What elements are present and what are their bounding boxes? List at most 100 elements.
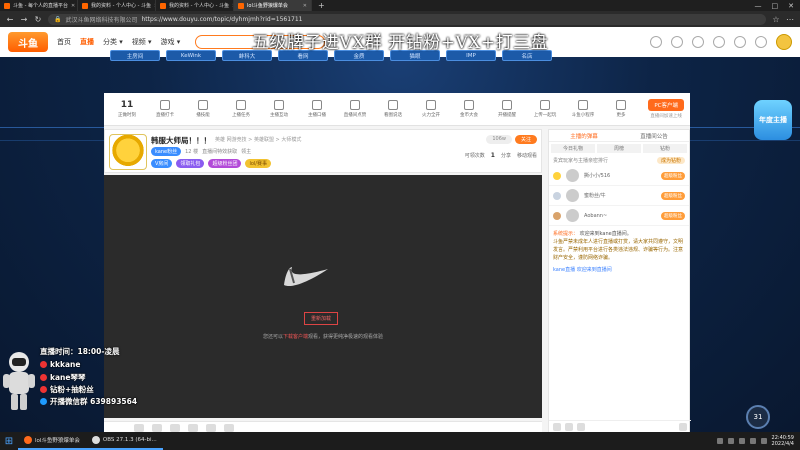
nav-home[interactable]: 首页 <box>57 37 71 47</box>
minimize-button[interactable]: — <box>755 2 762 10</box>
reload-player-button[interactable]: 重新加载 <box>304 312 339 325</box>
close-tab-icon[interactable]: ✕ <box>303 3 307 9</box>
toolbar-item[interactable]: 播技能 <box>186 100 220 118</box>
follow-button[interactable]: 关注 <box>514 135 537 144</box>
search-input[interactable] <box>195 35 326 49</box>
message-icon[interactable] <box>734 36 746 48</box>
back-arrow-icon[interactable]: ← <box>6 15 14 24</box>
room-tab[interactable]: KeWink <box>166 50 216 61</box>
menu-icon[interactable]: ⋯ <box>786 15 794 24</box>
annual-streamer-badge[interactable]: 年度主播 <box>754 100 792 140</box>
browser-tab[interactable]: 我的资料 - 个人中心 - 斗鱼✕ <box>156 0 234 11</box>
subtab-week[interactable]: 周榜 <box>597 144 641 153</box>
room-tab[interactable]: 蚌科大 <box>222 50 272 61</box>
bag-icon[interactable] <box>577 423 585 431</box>
gift-icon[interactable] <box>134 424 144 432</box>
room-tab[interactable]: 看网 <box>278 50 328 61</box>
room-tab[interactable]: 金质 <box>334 50 384 61</box>
breadcrumb[interactable]: 英雄 网游竞技 > 英雄联盟 > 大师模式 <box>215 136 301 143</box>
task-icon[interactable] <box>755 36 767 48</box>
taskbar-app[interactable]: lol斗鱼野狼爆单会 <box>18 432 86 450</box>
room-effect-link[interactable]: 直播间特效获取 <box>202 148 237 155</box>
browser-tab[interactable]: 我的资料 - 个人中心 - 斗鱼✕ <box>78 0 156 11</box>
toolbar-item[interactable]: 看图说话 <box>376 100 410 118</box>
emoji-icon[interactable] <box>553 423 561 431</box>
tab-room-notice[interactable]: 直播间公告 <box>619 130 689 141</box>
browser-tab[interactable]: 斗鱼 - 每个人的直播平台 ✕ <box>0 0 78 11</box>
close-tab-icon[interactable]: ✕ <box>71 3 75 9</box>
tray-icon[interactable] <box>716 438 723 444</box>
claim-label: 可领次数 <box>464 153 485 159</box>
room-chips: V房间 领取礼包 超级粉丝团 lol/赛事 <box>151 159 271 168</box>
toolbar-item[interactable]: 上播任务 <box>224 100 258 118</box>
douyu-logo[interactable]: 斗鱼 <box>8 32 48 52</box>
room-tab[interactable]: IMP <box>446 50 496 61</box>
toolbar-item[interactable]: 斗鱼小程序 <box>566 100 600 118</box>
forward-arrow-icon[interactable]: → <box>20 15 28 24</box>
room-tab[interactable]: 猫眼 <box>390 50 440 61</box>
v-room-chip[interactable]: V房间 <box>151 159 173 168</box>
toolbar-item[interactable]: 开播提醒 <box>490 100 524 118</box>
download-client-link[interactable]: 下载客户端 <box>283 334 308 340</box>
video-player[interactable]: 重新加载 您还可以下载客户端观看，获得更纯净极速的观看体验 <box>104 175 542 418</box>
user-avatar[interactable] <box>776 34 792 50</box>
new-tab-button[interactable]: + <box>312 1 331 10</box>
tray-icon[interactable] <box>727 438 734 444</box>
gift-icon[interactable] <box>224 424 234 432</box>
toolbar-item[interactable]: 直播间点赞 <box>338 100 372 118</box>
nav-live[interactable]: 直播 <box>80 37 94 47</box>
toolbar-item[interactable]: 主播互动 <box>262 100 296 118</box>
toolbar-checkin[interactable]: 11 正做时刻 <box>110 100 144 118</box>
overlay-fans-text: 钻粉+抽粉丝 <box>50 385 94 394</box>
settings-icon[interactable] <box>679 423 687 431</box>
close-window-button[interactable]: ✕ <box>788 2 794 10</box>
toolbar-item[interactable]: 火力全开 <box>414 100 448 118</box>
clock[interactable]: 22:40:59 2022/4/4 <box>772 435 794 447</box>
volume-icon[interactable] <box>760 438 767 444</box>
mobile-watch-button[interactable]: 移动观看 <box>517 152 537 159</box>
room-tab[interactable]: 名店 <box>502 50 552 61</box>
super-fans-chip[interactable]: 超级粉丝团 <box>208 159 242 168</box>
gift-icon[interactable] <box>188 424 198 432</box>
maximize-button[interactable]: □ <box>772 2 779 10</box>
fan-icon[interactable] <box>565 423 573 431</box>
follow-icon[interactable] <box>671 36 683 48</box>
reload-icon[interactable]: ↻ <box>34 15 42 24</box>
gift-icon[interactable] <box>170 424 180 432</box>
rank-row[interactable]: Aobann~ 超级粉丝 <box>549 206 689 226</box>
lol-event-chip[interactable]: lol/赛事 <box>245 159 271 168</box>
rank-row[interactable]: 蜜粉丝/牛 超级粉丝 <box>549 186 689 206</box>
streamer-avatar[interactable] <box>109 134 147 170</box>
subtab-diamond[interactable]: 钻粉 <box>643 144 687 153</box>
gift-pack-chip[interactable]: 领取礼包 <box>176 159 205 168</box>
become-diamond-button[interactable]: 成为钻粉 <box>656 157 685 164</box>
nav-games[interactable]: 游戏 ▾ <box>161 37 181 47</box>
history-icon[interactable] <box>650 36 662 48</box>
share-button[interactable]: 分享 <box>501 152 511 159</box>
fan-badge[interactable]: kane粉丝 <box>151 147 182 156</box>
taskbar-app[interactable]: OBS 27.1.3 (64-bi... <box>85 432 163 450</box>
toolbar-item[interactable]: 上传一起玩 <box>528 100 562 118</box>
clock-date: 2022/4/4 <box>771 441 794 447</box>
rank-row[interactable]: 撕小小/516 超级粉丝 <box>549 166 689 186</box>
url-field[interactable]: 🔒 武汉斗鱼网络科技有限公司 https://www.douyu.com/top… <box>48 13 766 25</box>
tray-icon[interactable] <box>738 438 745 444</box>
download-icon[interactable] <box>692 36 704 48</box>
gift-icon[interactable] <box>152 424 162 432</box>
room-tab[interactable]: 主房间 <box>110 50 160 61</box>
toolbar-item[interactable]: 更多 <box>604 100 638 118</box>
toolbar-item[interactable]: 主播口播 <box>300 100 334 118</box>
toolbar-item[interactable]: 金币大会 <box>452 100 486 118</box>
toolbar-item[interactable]: 直播打卡 <box>148 100 182 118</box>
tab-streamer-danmu[interactable]: 主播的弹幕 <box>549 130 619 141</box>
subtab-today[interactable]: 今日礼物 <box>551 144 595 153</box>
nav-video[interactable]: 视频 ▾ <box>132 37 152 47</box>
start-button[interactable]: ⊞ <box>0 432 18 450</box>
star-icon[interactable]: ☆ <box>772 15 780 24</box>
browser-tab-active[interactable]: lol斗鱼野狼爆单会 ✕ <box>234 0 312 11</box>
pc-client-button[interactable]: PC客户端 <box>648 99 684 111</box>
nav-category[interactable]: 分类 ▾ <box>103 37 123 47</box>
gift-icon[interactable] <box>206 424 216 432</box>
upload-icon[interactable] <box>713 36 725 48</box>
network-icon[interactable] <box>749 438 756 444</box>
